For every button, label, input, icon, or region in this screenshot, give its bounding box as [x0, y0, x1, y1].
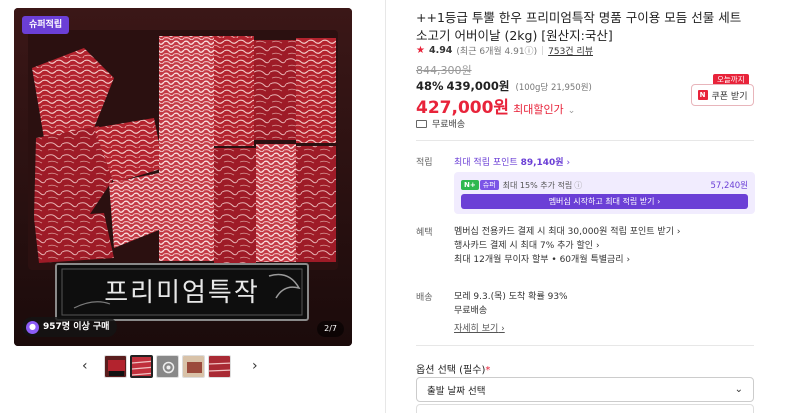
- delivery-fee: 무료배송: [454, 306, 488, 316]
- info-icon[interactable]: ⓘ: [574, 180, 582, 191]
- chevron-right-icon: ›: [657, 197, 661, 206]
- required-mark: *: [485, 365, 491, 376]
- delivery-section-label: 배송: [416, 293, 433, 303]
- star-icon: ★: [416, 45, 425, 56]
- delivery-info: 모레 9.3.(목) 도착 확률 93% 무료배송: [454, 290, 568, 318]
- discount-rate: 48%: [416, 79, 444, 93]
- delivery-details-link[interactable]: 자세히 보기 ›: [454, 321, 505, 334]
- final-price-row[interactable]: 427,000원 최대할인가 ⌄: [416, 93, 575, 118]
- points-section-label: 적립: [416, 158, 433, 168]
- benefit-item[interactable]: 멤버십 전용카드 결제 시 최대 30,000원 적립 포인트 받기 ›: [454, 225, 680, 239]
- departure-date-select[interactable]: 출발 날짜 선택 ⌄: [416, 377, 754, 402]
- shipping-row: 무료배송: [416, 117, 465, 130]
- rating-value: 4.94: [428, 45, 453, 56]
- rating-recent: (최근 6개월 4.91ⓘ): [456, 47, 538, 57]
- unit-price: (100g당 21,950원): [515, 83, 592, 93]
- discount-row: 48% 439,000원 (100g당 21,950원): [416, 78, 592, 94]
- thumbnail-1[interactable]: [104, 355, 127, 378]
- truck-icon: [416, 119, 427, 128]
- chevron-right-icon: ›: [566, 158, 571, 168]
- benefits-section-label: 혜택: [416, 228, 433, 238]
- membership-amount: 57,240원: [710, 181, 748, 191]
- thumbnail-5[interactable]: [208, 355, 231, 378]
- coupon-label: 쿠폰 받기: [711, 91, 748, 102]
- buyers-count-pill: ● 957명 이상 구매: [22, 317, 118, 337]
- prev-thumb-arrow-icon[interactable]: ‹: [82, 358, 88, 374]
- reviews-link[interactable]: 753건 리뷰: [548, 44, 593, 57]
- buyers-count-text: 957명 이상 구매: [43, 322, 110, 332]
- delivery-eta: 모레 9.3.(목) 도착 확률 93%: [454, 292, 568, 302]
- info-icon[interactable]: ⓘ: [525, 47, 534, 57]
- final-price: 427,000원: [416, 98, 510, 118]
- section-divider: [416, 345, 754, 346]
- max-discount-label: 최대할인가: [513, 103, 564, 116]
- shipping-text: 무료배송: [432, 120, 466, 130]
- discount-price: 439,000원: [446, 79, 510, 93]
- meat-photo: 프리미엄특작: [14, 8, 352, 346]
- original-price: 844,300원: [416, 64, 472, 77]
- banner-text: 프리미엄특작: [104, 278, 260, 308]
- options-title: 옵션 선택 (필수)*: [416, 365, 491, 376]
- section-divider: [416, 140, 754, 141]
- benefit-list: 멤버십 전용카드 결제 시 최대 30,000원 적립 포인트 받기 › 행사카…: [454, 225, 680, 267]
- chevron-down-icon: ⌄: [734, 384, 743, 395]
- product-main-image[interactable]: 프리미엄특작 슈퍼적립 ● 957명 이상 구매 2/7: [14, 8, 352, 346]
- column-divider: [385, 0, 386, 413]
- next-thumb-arrow-icon[interactable]: ›: [252, 358, 258, 374]
- chat-icon: ●: [26, 320, 39, 334]
- second-option-select[interactable]: [416, 404, 754, 413]
- super-badge: 슈퍼: [479, 180, 499, 190]
- max-points-link[interactable]: 최대 적립 포인트 89,140원 ›: [454, 155, 570, 168]
- thumbnail-strip: [104, 355, 231, 378]
- rating-row: ★ 4.94 (최근 6개월 4.91ⓘ) | 753건 리뷰: [416, 44, 594, 57]
- membership-extra-text: 최대 15% 추가 적립: [502, 180, 573, 190]
- chevron-down-icon[interactable]: ⌄: [568, 106, 576, 116]
- thumbnail-4[interactable]: [182, 355, 205, 378]
- naver-plus-badge: N+: [461, 180, 479, 190]
- product-title: ++1등급 투뿔 한우 프리미엄특작 명품 구이용 모듬 선물 세트 소고기 어…: [416, 10, 742, 43]
- membership-start-button[interactable]: 멤버십 시작하고 최대 적립 받기 ›: [461, 194, 748, 209]
- super-points-badge: 슈퍼적립: [22, 16, 70, 34]
- benefit-item[interactable]: 행사카드 결제 시 최대 7% 추가 할인 ›: [454, 239, 680, 253]
- max-points-value: 89,140원: [520, 158, 564, 168]
- membership-box: N+ 슈퍼 최대 15% 추가 적립 ⓘ 57,240원 멤버십 시작하고 최대…: [454, 172, 755, 214]
- thumbnail-2[interactable]: [130, 355, 153, 378]
- coupon-button[interactable]: N 쿠폰 받기: [691, 84, 754, 106]
- benefit-item[interactable]: 최대 12개월 무이자 할부 • 60개월 특별금리 ›: [454, 253, 680, 267]
- naver-n-icon: N: [697, 90, 708, 100]
- thumbnail-3[interactable]: [156, 355, 179, 378]
- image-page-counter: 2/7: [317, 321, 344, 337]
